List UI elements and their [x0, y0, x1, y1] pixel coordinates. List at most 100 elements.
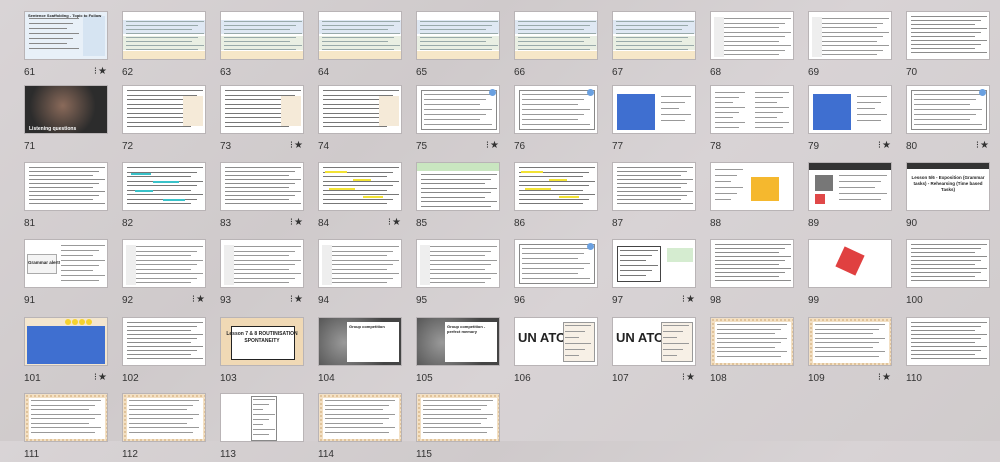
slide-preview[interactable]: [612, 85, 696, 134]
slide-preview[interactable]: [612, 239, 696, 288]
slide-preview[interactable]: [318, 162, 402, 211]
slide-thumbnail-70[interactable]: 70: [906, 11, 990, 80]
slide-thumbnail-100[interactable]: 100: [906, 239, 990, 308]
slide-preview[interactable]: [318, 239, 402, 288]
slide-preview[interactable]: [906, 239, 990, 288]
slide-preview[interactable]: UN ATOUS: [514, 317, 598, 366]
slide-thumbnail-85[interactable]: 85: [416, 162, 500, 231]
slide-thumbnail-75[interactable]: 75 ⁝★: [416, 85, 500, 154]
slide-thumbnail-110[interactable]: 110: [906, 317, 990, 386]
slide-preview[interactable]: Group competition: [318, 317, 402, 366]
slide-thumbnail-71[interactable]: Listening questions 71: [24, 85, 108, 154]
slide-preview[interactable]: [24, 317, 108, 366]
slide-preview[interactable]: [220, 239, 304, 288]
slide-preview[interactable]: [416, 11, 500, 60]
slide-thumbnail-97[interactable]: 97 ⁝★: [612, 239, 696, 308]
slide-options-icon[interactable]: ⁝★: [290, 294, 304, 305]
slide-preview[interactable]: [906, 317, 990, 366]
slide-thumbnail-103[interactable]: Lesson 7 & 8 ROUTINISATION SPONTANEITY 10…: [220, 317, 304, 386]
slide-thumbnail-83[interactable]: 83 ⁝★: [220, 162, 304, 231]
slide-preview[interactable]: Group competition - perfect memory: [416, 317, 500, 366]
slide-preview[interactable]: [808, 162, 892, 211]
slide-thumbnail-77[interactable]: 77: [612, 85, 696, 154]
slide-thumbnail-88[interactable]: 88: [710, 162, 794, 231]
slide-preview[interactable]: [318, 11, 402, 60]
slide-thumbnail-95[interactable]: 95: [416, 239, 500, 308]
slide-preview[interactable]: [122, 317, 206, 366]
slide-preview[interactable]: [416, 393, 500, 442]
slide-preview[interactable]: [24, 162, 108, 211]
slide-thumbnail-68[interactable]: 68: [710, 11, 794, 80]
slide-thumbnail-115[interactable]: 115: [416, 393, 500, 462]
slide-preview[interactable]: Lesson 5/6 - Exposition (Grammar tasks) …: [906, 162, 990, 211]
slide-preview[interactable]: [514, 11, 598, 60]
slide-preview[interactable]: [710, 162, 794, 211]
slide-options-icon[interactable]: ⁝★: [290, 140, 304, 151]
slide-preview[interactable]: Grammar alert!: [24, 239, 108, 288]
slide-preview[interactable]: [710, 85, 794, 134]
slide-thumbnail-102[interactable]: 102: [122, 317, 206, 386]
slide-thumbnail-99[interactable]: 99: [808, 239, 892, 308]
slide-thumbnail-76[interactable]: 76: [514, 85, 598, 154]
slide-thumbnail-108[interactable]: 108: [710, 317, 794, 386]
slide-preview[interactable]: Sentence Scaffolding - Topic to Follow: [24, 11, 108, 60]
slide-preview[interactable]: [220, 162, 304, 211]
slide-thumbnail-107[interactable]: UN ATOUS 107 ⁝★: [612, 317, 696, 386]
slide-thumbnail-104[interactable]: Group competition 104: [318, 317, 402, 386]
slide-options-icon[interactable]: ⁝★: [976, 140, 990, 151]
slide-preview[interactable]: [220, 85, 304, 134]
slide-options-icon[interactable]: ⁝★: [290, 217, 304, 228]
slide-thumbnail-96[interactable]: 96: [514, 239, 598, 308]
slide-options-icon[interactable]: ⁝★: [192, 294, 206, 305]
slide-options-icon[interactable]: ⁝★: [878, 372, 892, 383]
slide-thumbnail-93[interactable]: 93 ⁝★: [220, 239, 304, 308]
slide-thumbnail-101[interactable]: 101 ⁝★: [24, 317, 108, 386]
slide-preview[interactable]: [808, 239, 892, 288]
slide-thumbnail-74[interactable]: 74: [318, 85, 402, 154]
slide-thumbnail-81[interactable]: 81: [24, 162, 108, 231]
slide-thumbnail-109[interactable]: 109 ⁝★: [808, 317, 892, 386]
slide-thumbnail-106[interactable]: UN ATOUS 106: [514, 317, 598, 386]
slide-options-icon[interactable]: ⁝★: [388, 217, 402, 228]
slide-thumbnail-79[interactable]: 79 ⁝★: [808, 85, 892, 154]
slide-thumbnail-82[interactable]: 82: [122, 162, 206, 231]
slide-preview[interactable]: [514, 85, 598, 134]
slide-options-icon[interactable]: ⁝★: [682, 294, 696, 305]
slide-preview[interactable]: Listening questions: [24, 85, 108, 134]
slide-thumbnail-94[interactable]: 94: [318, 239, 402, 308]
slide-thumbnail-89[interactable]: 89: [808, 162, 892, 231]
slide-preview[interactable]: [710, 317, 794, 366]
slide-preview[interactable]: [416, 239, 500, 288]
slide-thumbnail-84[interactable]: 84 ⁝★: [318, 162, 402, 231]
slide-preview[interactable]: [514, 239, 598, 288]
slide-preview[interactable]: [24, 393, 108, 442]
slide-options-icon[interactable]: ⁝★: [878, 140, 892, 151]
slide-preview[interactable]: [122, 393, 206, 442]
slide-thumbnail-65[interactable]: 65: [416, 11, 500, 80]
slide-thumbnail-98[interactable]: 98: [710, 239, 794, 308]
slide-preview[interactable]: [906, 11, 990, 60]
slide-thumbnail-73[interactable]: 73 ⁝★: [220, 85, 304, 154]
slide-preview[interactable]: Lesson 7 & 8 ROUTINISATION SPONTANEITY: [220, 317, 304, 366]
slide-thumbnail-62[interactable]: 62: [122, 11, 206, 80]
slide-thumbnail-114[interactable]: 114: [318, 393, 402, 462]
slide-thumbnail-69[interactable]: 69: [808, 11, 892, 80]
slide-thumbnail-92[interactable]: 92 ⁝★: [122, 239, 206, 308]
slide-preview[interactable]: [416, 162, 500, 211]
slide-thumbnail-105[interactable]: Group competition - perfect memory 105: [416, 317, 500, 386]
slide-thumbnail-91[interactable]: Grammar alert! 91: [24, 239, 108, 308]
slide-thumbnail-87[interactable]: 87: [612, 162, 696, 231]
slide-preview[interactable]: UN ATOUS: [612, 317, 696, 366]
slide-thumbnail-67[interactable]: 67: [612, 11, 696, 80]
slide-preview[interactable]: [906, 85, 990, 134]
slide-options-icon[interactable]: ⁝★: [94, 66, 108, 77]
slide-options-icon[interactable]: ⁝★: [94, 372, 108, 383]
slide-thumbnail-63[interactable]: 63: [220, 11, 304, 80]
slide-preview[interactable]: [710, 11, 794, 60]
slide-preview[interactable]: [220, 393, 304, 442]
slide-thumbnail-90[interactable]: Lesson 5/6 - Exposition (Grammar tasks) …: [906, 162, 990, 231]
slide-options-icon[interactable]: ⁝★: [486, 140, 500, 151]
slide-preview[interactable]: [416, 85, 500, 134]
slide-thumbnail-112[interactable]: 112: [122, 393, 206, 462]
slide-thumbnail-86[interactable]: 86: [514, 162, 598, 231]
